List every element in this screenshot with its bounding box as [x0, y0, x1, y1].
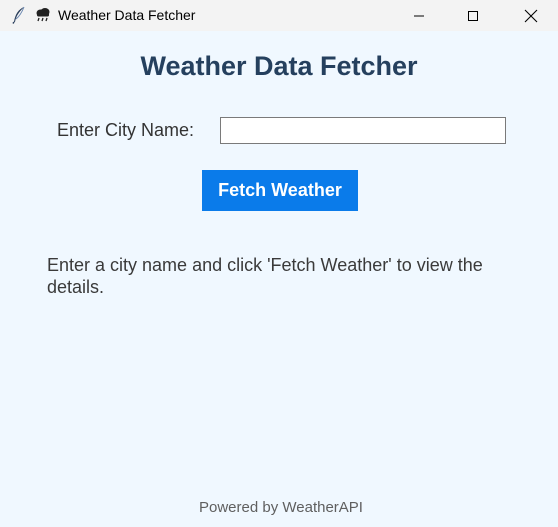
title-bar[interactable]: Weather Data Fetcher	[0, 0, 558, 31]
rain-cloud-icon	[34, 6, 52, 24]
window-title: Weather Data Fetcher	[58, 7, 196, 23]
weather-result-text: Enter a city name and click 'Fetch Weath…	[47, 255, 483, 297]
maximize-button[interactable]	[450, 0, 496, 31]
minimize-button[interactable]	[396, 0, 442, 31]
footer-credit: Powered by WeatherAPI	[199, 499, 363, 516]
close-button[interactable]	[508, 0, 554, 31]
city-name-input[interactable]	[220, 117, 506, 144]
fetch-weather-button[interactable]: Fetch Weather	[202, 170, 358, 211]
minimize-icon	[414, 15, 424, 16]
page-title: Weather Data Fetcher	[140, 51, 418, 81]
feather-icon	[10, 6, 28, 24]
maximize-icon	[468, 10, 478, 21]
app-window: Weather Data Fetcher Weather Data Fetche…	[0, 0, 558, 527]
close-icon	[524, 9, 538, 22]
city-name-label: Enter City Name:	[57, 120, 195, 140]
